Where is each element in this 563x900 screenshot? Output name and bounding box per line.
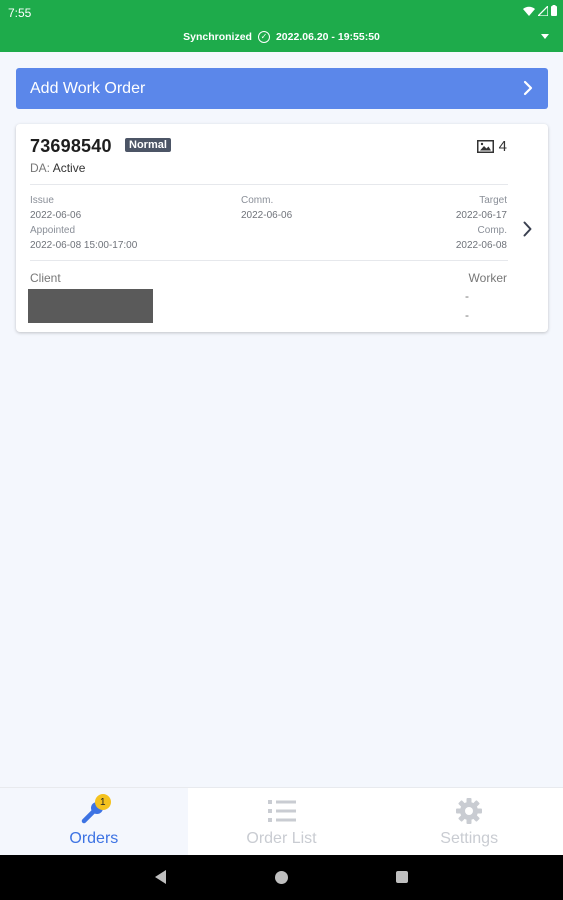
- sync-info: Synchronized ✓ 2022.06.20 - 19:55:50: [0, 31, 563, 43]
- priority-badge: Normal: [125, 138, 171, 152]
- da-status: DA: Active: [30, 161, 85, 175]
- sync-check-icon: ✓: [257, 31, 270, 43]
- da-value: Active: [52, 161, 86, 175]
- back-icon[interactable]: [155, 870, 167, 884]
- sync-timestamp: 2022.06.20 - 19:55:50: [275, 31, 380, 43]
- sync-status-bar: 7:55 Synchronized ✓ 2022.06.20 - 19:55:5…: [0, 0, 563, 52]
- signal-icon: [538, 5, 548, 16]
- clock: 7:55: [8, 6, 32, 20]
- da-label: DA:: [30, 161, 51, 175]
- recent-apps-icon[interactable]: [396, 871, 408, 883]
- divider: [30, 260, 508, 261]
- issue-date: 2022-06-06: [30, 210, 82, 221]
- gear-icon: [453, 797, 485, 825]
- tab-settings[interactable]: Settings: [375, 788, 563, 855]
- status-icons: [523, 5, 557, 16]
- photo-count-value: 4: [498, 138, 507, 155]
- wrench-icon: 1: [78, 794, 111, 825]
- tab-settings-label: Settings: [440, 830, 499, 847]
- image-icon: [476, 140, 494, 153]
- photo-count: 4: [476, 138, 507, 155]
- worker-value: -: [465, 289, 469, 303]
- worker-value: -: [465, 308, 469, 322]
- worker-label: Worker: [468, 271, 507, 285]
- appointed-value: 2022-06-08 15:00-17:00: [30, 240, 138, 251]
- home-icon[interactable]: [275, 871, 288, 884]
- divider: [30, 184, 508, 185]
- battery-icon: [551, 5, 557, 16]
- list-icon: [266, 797, 298, 825]
- work-order-card[interactable]: 73698540 Normal 4 DA: Active Issue 2022-…: [16, 124, 548, 332]
- client-name-redacted: [28, 289, 153, 323]
- chevron-down-icon[interactable]: [541, 34, 549, 39]
- client-label: Client: [30, 271, 61, 285]
- chevron-right-icon[interactable]: [523, 221, 532, 237]
- tab-order-list-label: Order List: [246, 830, 317, 847]
- order-number: 73698540: [30, 136, 112, 156]
- system-navigation-bar: [0, 855, 563, 900]
- tab-orders-label: Orders: [69, 830, 119, 847]
- appointed-label: Appointed: [30, 225, 76, 236]
- comm-label: Comm.: [241, 195, 274, 206]
- add-work-order-button[interactable]: Add Work Order: [16, 68, 548, 109]
- target-label: Target: [479, 195, 507, 206]
- bottom-navigation: 1 Orders Order List Settings: [0, 787, 563, 855]
- target-date: 2022-06-17: [455, 210, 507, 221]
- wifi-icon: [523, 6, 535, 16]
- chevron-right-icon: [523, 80, 533, 96]
- sync-status-text: Synchronized: [183, 31, 252, 43]
- comm-date: 2022-06-06: [241, 210, 293, 221]
- tab-order-list[interactable]: Order List: [188, 788, 376, 855]
- tab-orders[interactable]: 1 Orders: [0, 788, 188, 855]
- comp-date: 2022-06-08: [455, 240, 507, 251]
- comp-label: Comp.: [477, 225, 507, 236]
- orders-badge: 1: [94, 794, 111, 810]
- issue-label: Issue: [30, 195, 54, 206]
- add-work-order-label: Add Work Order: [30, 79, 146, 97]
